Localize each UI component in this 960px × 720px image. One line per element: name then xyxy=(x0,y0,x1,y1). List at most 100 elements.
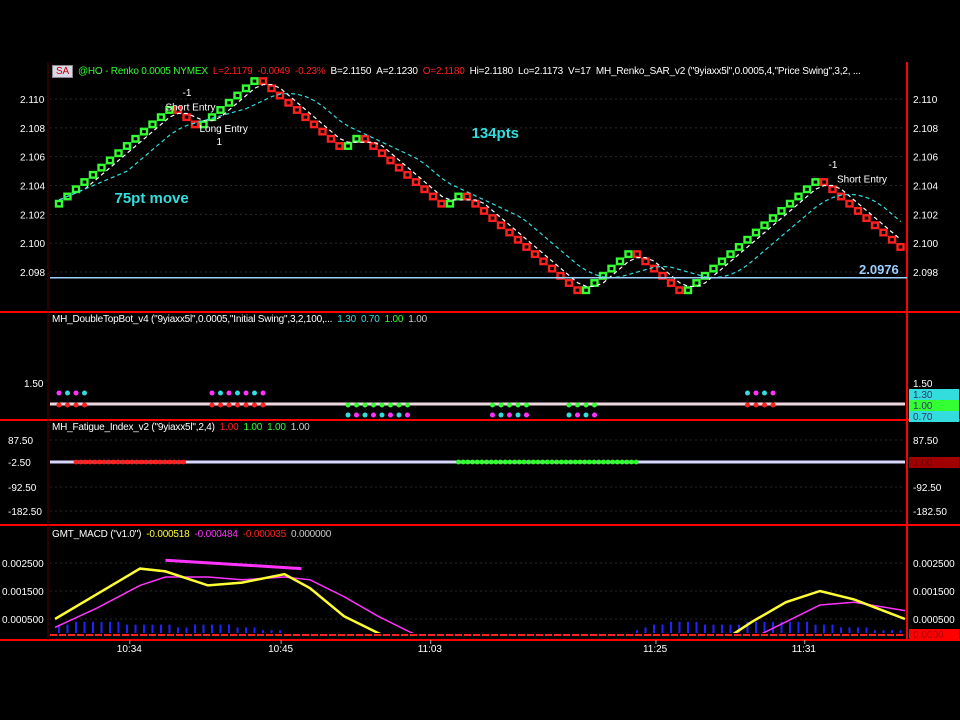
renko-down-brick xyxy=(284,98,293,107)
pane3-signal-dot xyxy=(82,459,88,465)
pane3-signal-dot xyxy=(488,459,494,465)
renko-down-brick xyxy=(496,221,506,230)
macd-y-tick: 0.002500 xyxy=(2,559,44,570)
pane3-signal-dot xyxy=(101,459,107,465)
pane3-y-tick-right: 87.50 xyxy=(913,436,938,447)
y-tick-right: 2.110 xyxy=(913,95,938,106)
chart-canvas[interactable]: 2.110 2.110 2.108 2.108 2.106 2.106 2.104 2.104… xyxy=(0,0,960,720)
y-tick-right: 2.102 xyxy=(913,210,938,221)
pane2-signal-dot xyxy=(498,402,504,408)
renko-up-brick xyxy=(352,134,361,143)
macd-y-tick-right: 0.000500 xyxy=(913,615,955,626)
pane3-signal-dot xyxy=(516,459,522,465)
y-tick-right: 2.106 xyxy=(913,153,938,164)
renko-up-brick xyxy=(454,192,463,201)
pane3-signal-dot xyxy=(460,459,466,465)
pane3-signal-dot xyxy=(558,459,564,465)
renko-down-brick xyxy=(292,106,302,114)
renko-up-brick xyxy=(590,279,599,287)
renko-up-brick xyxy=(114,149,123,158)
pane3-signal-dot xyxy=(591,459,597,465)
pane2-signal-dot xyxy=(388,402,393,408)
pane2-signal-dot xyxy=(575,412,580,418)
pane3-signal-dot xyxy=(596,459,602,465)
renko-down-brick xyxy=(386,156,395,165)
renko-up-brick xyxy=(156,113,166,122)
y-tick-left: 2.098 xyxy=(20,268,45,279)
renko-down-brick xyxy=(828,185,837,194)
renko-down-brick xyxy=(488,214,497,223)
renko-down-brick xyxy=(369,142,378,150)
renko-up-brick xyxy=(88,170,98,179)
pane3-signal-dot xyxy=(78,459,84,465)
renko-down-brick xyxy=(862,214,871,223)
pane3-y-tick: -182.50 xyxy=(8,507,42,518)
renko-up-brick xyxy=(80,178,89,187)
renko-down-brick xyxy=(258,77,268,86)
renko-down-brick xyxy=(479,206,489,215)
pane3-signal-dot xyxy=(167,459,172,465)
pane3-signal-dot xyxy=(157,459,163,465)
y-tick-left: 2.108 xyxy=(20,124,45,135)
pane2-signal-dot xyxy=(65,390,70,396)
y-tick-right: 2.100 xyxy=(913,239,938,250)
macd-y-tick-right: 0.001500 xyxy=(913,587,955,598)
pane2-value-tag-text: 0.70 xyxy=(913,412,933,423)
renko-up-brick xyxy=(624,250,633,259)
pane2-signal-dot xyxy=(379,402,385,408)
renko-up-brick xyxy=(785,199,795,208)
renko-down-brick xyxy=(896,242,905,251)
pane3-signal-dot xyxy=(111,459,116,465)
pane3-signal-dot xyxy=(470,459,475,465)
pane3-signal-dot xyxy=(572,459,578,465)
renko-up-brick xyxy=(734,242,744,251)
pane2-signal-dot xyxy=(371,402,376,408)
pane2-signal-dot xyxy=(490,412,495,418)
macd-y-tick: 0.001500 xyxy=(2,587,44,598)
pane2-signal-dot xyxy=(770,390,776,396)
renko-down-brick xyxy=(641,257,650,266)
pane3-y-tick: -2.50 xyxy=(8,458,31,469)
pane3-signal-dot xyxy=(73,459,79,465)
pane2-signal-dot xyxy=(515,402,521,408)
pane3-signal-dot xyxy=(465,459,471,465)
pane3-signal-dot xyxy=(153,459,158,465)
renko-up-brick xyxy=(777,206,786,215)
renko-down-brick xyxy=(870,221,880,230)
renko-up-brick xyxy=(445,199,455,208)
pane2-signal-dot xyxy=(73,402,79,408)
renko-up-brick xyxy=(811,178,820,187)
renko-up-brick xyxy=(148,120,157,129)
pane3-signal-dot xyxy=(601,459,606,465)
pane3-signal-dot xyxy=(629,459,634,465)
price-level-label: 2.0976 xyxy=(859,262,899,277)
pane2-signal-dot xyxy=(354,412,359,418)
pane2-signal-dot xyxy=(388,412,393,418)
pane3-signal-dot xyxy=(512,459,517,465)
renko-down-brick xyxy=(267,84,276,93)
pane3-signal-dot xyxy=(474,459,480,465)
pane2-signal-dot xyxy=(362,412,368,418)
renko-down-brick xyxy=(182,113,191,122)
pane3-signal-dot xyxy=(540,459,546,465)
renko-down-brick xyxy=(564,279,574,287)
renko-down-brick xyxy=(675,286,684,295)
pane3-signal-dot xyxy=(615,459,620,465)
pane3-signal-dot xyxy=(502,459,508,465)
x-tick-label: 10:34 xyxy=(117,644,142,655)
pane2-signal-dot xyxy=(515,412,521,418)
pane3-signal-dot xyxy=(521,459,527,465)
pane3-signal-dot xyxy=(493,459,499,465)
pane3-signal-dot xyxy=(587,459,592,465)
renko-up-brick xyxy=(250,77,259,86)
pane2-signal-dot xyxy=(379,412,385,418)
pane3-signal-dot xyxy=(120,459,126,465)
renko-up-brick xyxy=(692,279,701,287)
y-tick-left: 2.106 xyxy=(20,153,45,164)
pane3-signal-dot xyxy=(479,459,485,465)
renko-down-brick xyxy=(301,113,310,122)
pane3-signal-dot xyxy=(115,459,121,465)
renko-down-brick xyxy=(522,242,531,251)
pane2-signal-dot xyxy=(753,390,759,396)
renko-down-brick xyxy=(632,250,642,259)
